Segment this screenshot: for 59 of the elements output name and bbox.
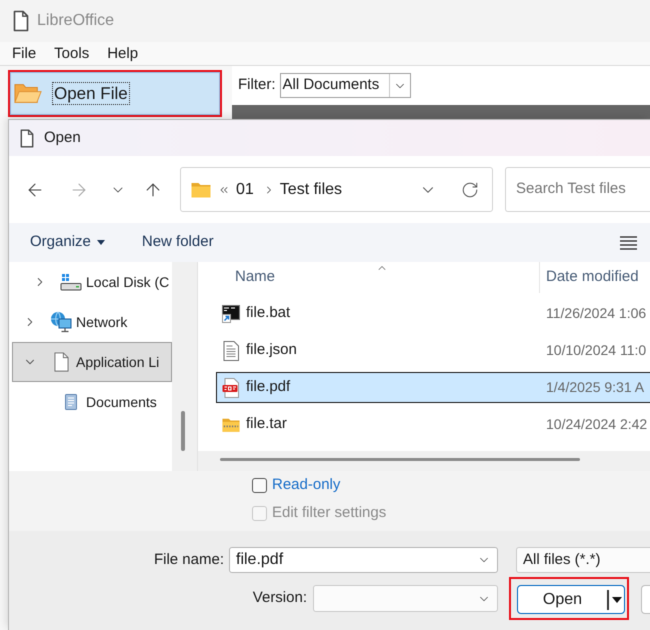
scrollbar-thumb[interactable]: [220, 458, 580, 460]
field-label: File name:: [152, 550, 224, 570]
zip-folder-icon: [222, 416, 240, 432]
tree-item[interactable]: Local Disk (C: [12, 262, 172, 302]
tree-item[interactable]: Documents: [12, 382, 172, 422]
caret-down-icon: [96, 240, 105, 245]
caret-down-icon: [612, 596, 622, 602]
file-row[interactable]: file.bat 11/26/2024 1:06: [216, 298, 650, 329]
breadcrumb[interactable]: 01: [236, 178, 254, 202]
file-row[interactable]: file.pdf 1/4/2025 9:31 A: [216, 372, 650, 403]
menu-item[interactable]: File: [12, 44, 36, 64]
pdf-file-icon: [222, 378, 240, 398]
checkbox-label[interactable]: Read-only: [272, 474, 340, 497]
folder-icon: [191, 182, 211, 198]
filter-dropdown[interactable]: All Documents: [280, 73, 410, 98]
drive-icon: [60, 273, 82, 291]
version-field[interactable]: [313, 585, 498, 612]
file-name: file.tar: [246, 414, 287, 434]
column-header[interactable]: Name: [198, 262, 540, 293]
file-type-dropdown[interactable]: All files (*.*): [516, 547, 650, 573]
file-name: file.bat: [246, 303, 290, 324]
filter-label: Filter:: [238, 75, 276, 96]
menu-item[interactable]: Help: [107, 44, 138, 64]
dialog-title: Open: [44, 128, 81, 148]
page-icon: [13, 10, 29, 32]
open-file-button[interactable]: Open File: [10, 72, 220, 115]
search-field[interactable]: Search Test files: [505, 167, 650, 212]
toolbar-button[interactable]: New folder: [142, 231, 214, 254]
file-row[interactable]: file.json 10/10/2024 11:0: [216, 335, 650, 366]
breadcrumb[interactable]: Test files: [280, 178, 342, 202]
document-icon: [65, 394, 77, 410]
scrollbar-thumb[interactable]: [181, 411, 185, 451]
terminal-file-icon: [222, 304, 240, 322]
file-name: file.json: [246, 340, 297, 360]
tree-item[interactable]: Application Li: [12, 342, 172, 382]
field-label: Version:: [252, 588, 307, 608]
date-modified: 10/10/2024 11:0: [546, 341, 646, 360]
toolbar-button[interactable]: Organize: [30, 231, 105, 254]
window-title: LibreOffice: [37, 11, 114, 31]
file-name: file.pdf: [246, 377, 290, 398]
page-icon: [54, 352, 68, 372]
list-view-icon: [620, 236, 637, 250]
file-row[interactable]: file.tar 10/24/2024 2:42: [216, 409, 650, 440]
open-button[interactable]: Open: [517, 585, 625, 614]
date-modified: 1/4/2025 9:31 A: [546, 378, 644, 397]
date-modified: 11/26/2024 1:06: [546, 304, 646, 323]
view-options-button[interactable]: [620, 236, 637, 250]
text-file-icon: [223, 340, 239, 360]
tree-item[interactable]: Network: [12, 302, 172, 342]
address-bar[interactable]: 01 Test files: [180, 167, 493, 212]
menu-item[interactable]: Tools: [54, 44, 90, 64]
checkbox[interactable]: [252, 478, 267, 493]
date-modified: 10/24/2024 2:42: [546, 415, 648, 434]
page-icon: [20, 128, 34, 148]
column-header[interactable]: Date modified: [540, 262, 650, 293]
file-name-field[interactable]: file.pdf: [229, 547, 498, 573]
folder-icon: [14, 83, 42, 104]
refresh-icon[interactable]: [461, 180, 479, 198]
network-icon: [50, 311, 72, 333]
